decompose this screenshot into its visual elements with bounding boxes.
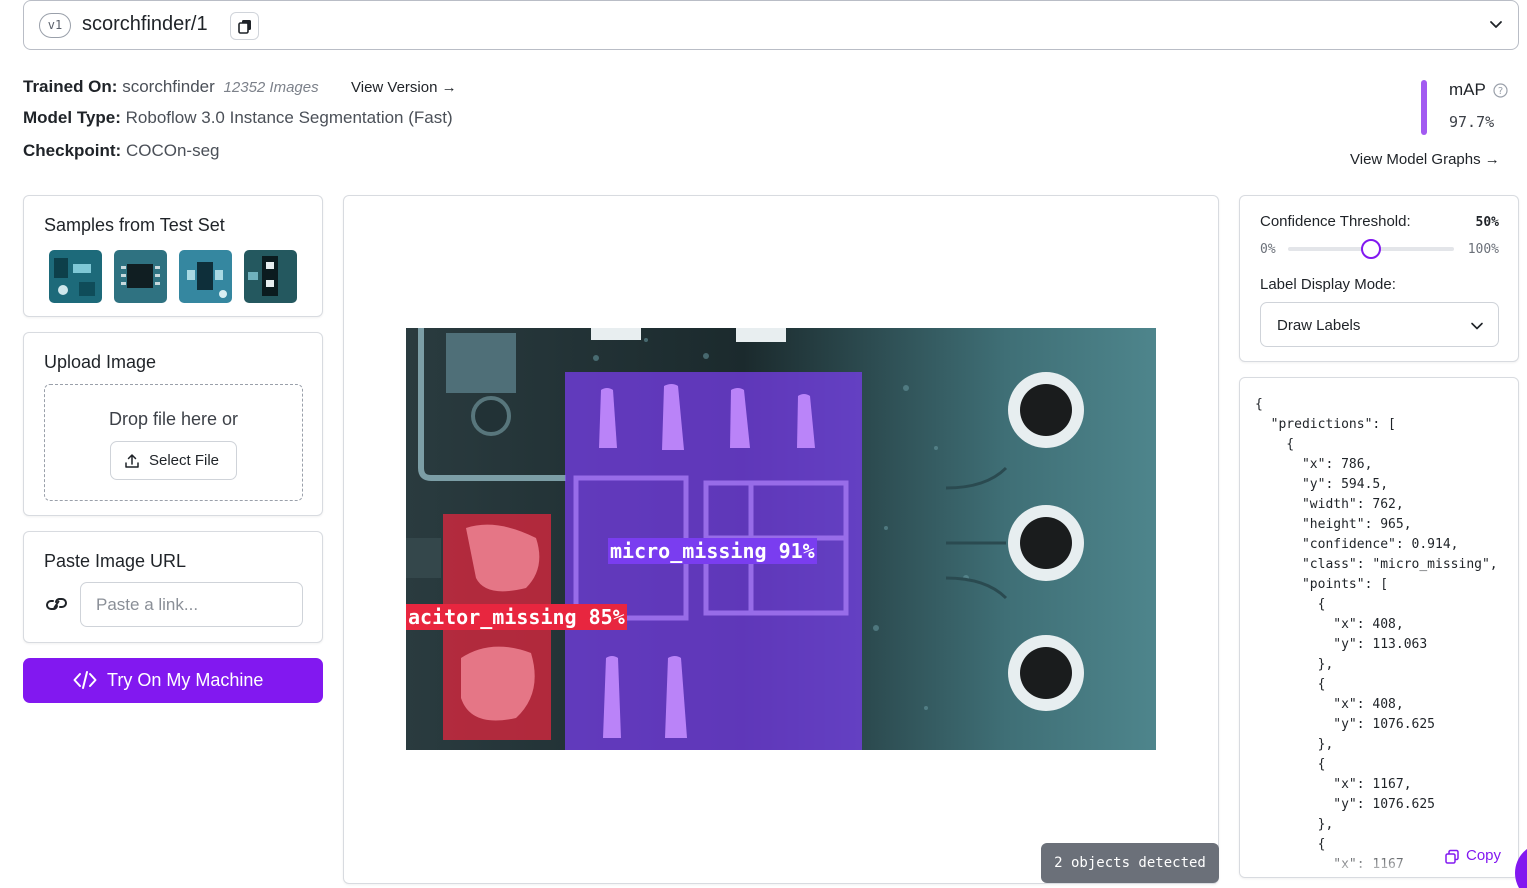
copy-json-label: Copy [1466, 847, 1502, 864]
upload-icon [125, 454, 139, 468]
checkpoint-value: COCOn-seg [125, 141, 220, 160]
version-name: scorchfinder/1 [82, 13, 208, 35]
sample-thumbnail[interactable] [49, 250, 102, 303]
trained-on-label: Trained On: [23, 77, 118, 96]
pcb-image [179, 250, 232, 303]
label-display-mode-label: Label Display Mode: [1260, 276, 1396, 293]
code-icon [73, 671, 97, 689]
detection-label-capacitor-missing: acitor_missing 85% [406, 604, 627, 630]
sample-thumbnail[interactable] [244, 250, 297, 303]
checkpoint-line: Checkpoint: COCOn-seg [23, 141, 220, 161]
sample-thumbnail[interactable] [114, 250, 167, 303]
file-dropzone[interactable]: Drop file here or Select File [44, 384, 303, 501]
help-circle-icon[interactable]: ? [1493, 83, 1508, 98]
confidence-threshold-value: 50% [1475, 215, 1499, 230]
view-model-graphs-link[interactable]: View Model Graphs → [1350, 151, 1500, 168]
samples-title: Samples from Test Set [44, 215, 225, 235]
pcb-image [114, 250, 167, 303]
label-display-mode-select[interactable]: Draw Labels [1260, 302, 1499, 347]
confidence-threshold-label: Confidence Threshold: [1260, 213, 1411, 230]
try-button-label: Try On My Machine [107, 670, 264, 690]
settings-panel: Confidence Threshold: 50% 0% 100% Label … [1239, 195, 1519, 362]
samples-panel: Samples from Test Set [23, 195, 323, 317]
upload-panel: Upload Image Drop file here or Select Fi… [23, 332, 323, 516]
detection-label-micro-missing: micro_missing 91% [608, 538, 817, 564]
images-count: 12352 Images [223, 79, 319, 96]
trained-on-value[interactable]: scorchfinder [122, 77, 215, 96]
view-version-link[interactable]: View Version → [351, 79, 457, 96]
map-value: 97.7% [1449, 113, 1495, 131]
sample-thumbnail[interactable] [179, 250, 232, 303]
try-on-my-machine-button[interactable]: Try On My Machine [23, 658, 323, 703]
map-label: mAP [1449, 80, 1486, 99]
version-selector[interactable]: v1 scorchfinder/1 [23, 0, 1519, 50]
map-accent-bar [1421, 80, 1427, 135]
objects-detected-badge: 2 objects detected [1041, 843, 1219, 883]
upload-title: Upload Image [44, 352, 157, 372]
select-file-label: Select File [149, 452, 220, 469]
model-type-value: Roboflow 3.0 Instance Segmentation (Fast… [125, 108, 453, 127]
inference-preview-panel: micro_missing 91% acitor_missing 85% 2 o… [343, 195, 1219, 884]
paste-url-panel: Paste Image URL [23, 531, 323, 643]
confidence-max-label: 100% [1467, 242, 1499, 257]
pcb-image [244, 250, 297, 303]
link-icon [46, 598, 67, 610]
confidence-min-label: 0% [1260, 242, 1276, 257]
inference-result-image: micro_missing 91% acitor_missing 85% [406, 328, 1156, 750]
chevron-down-icon [1490, 21, 1502, 28]
json-output-panel: { "predictions": [ { "x": 786, "y": 594.… [1239, 377, 1519, 878]
model-type-label: Model Type: [23, 108, 121, 127]
version-badge: v1 [39, 13, 71, 38]
confidence-slider-thumb[interactable] [1361, 239, 1381, 259]
select-file-button[interactable]: Select File [110, 441, 237, 480]
checkpoint-label: Checkpoint: [23, 141, 122, 160]
copy-icon [1445, 849, 1459, 864]
copy-version-button[interactable] [230, 12, 259, 40]
copy-icon [237, 19, 251, 34]
trained-on-line: Trained On: scorchfinder 12352 Images [23, 77, 319, 97]
model-type-line: Model Type: Roboflow 3.0 Instance Segmen… [23, 108, 453, 128]
copy-json-button[interactable]: Copy [1444, 847, 1501, 864]
image-url-input[interactable] [80, 582, 303, 627]
paste-url-title: Paste Image URL [44, 551, 187, 571]
drop-text: Drop file here or [108, 409, 239, 429]
label-display-mode-value: Draw Labels [1277, 317, 1361, 334]
pcb-image [49, 250, 102, 303]
chevron-down-icon [1471, 322, 1483, 330]
svg-text:?: ? [1498, 86, 1503, 97]
json-output-text: { "predictions": [ { "x": 786, "y": 594.… [1255, 397, 1498, 872]
